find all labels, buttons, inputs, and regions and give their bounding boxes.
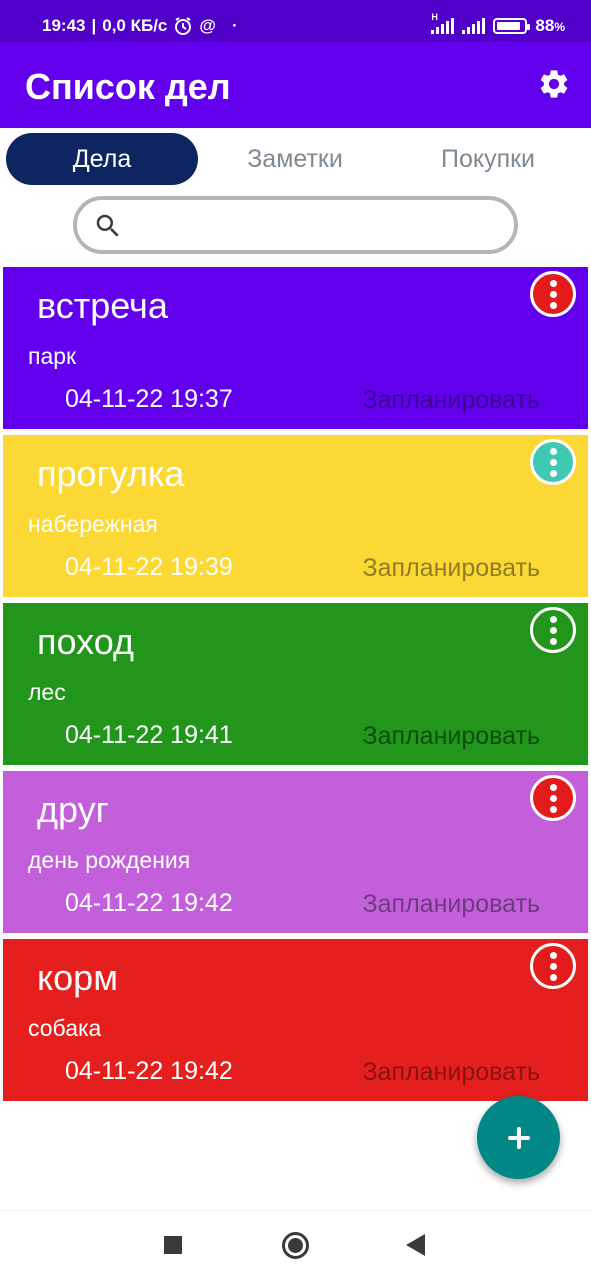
tab-tasks[interactable]: Дела — [6, 133, 198, 185]
search-icon — [96, 214, 119, 237]
task-datetime: 04-11-22 19:42 — [65, 889, 233, 917]
schedule-button[interactable]: Запланировать — [363, 1058, 540, 1087]
task-description: собака — [28, 1015, 102, 1041]
task-description: парк — [28, 343, 77, 369]
battery-fill — [497, 22, 521, 30]
task-card[interactable]: встреча парк 04-11-22 19:37 Запланироват… — [3, 267, 588, 429]
status-left: 19:43 | 0,0 КБ/с @ · — [42, 16, 238, 36]
gear-icon[interactable] — [537, 66, 571, 102]
task-card[interactable]: корм собака 04-11-22 19:42 Запланировать — [3, 939, 588, 1101]
add-task-button[interactable] — [477, 1096, 560, 1179]
battery-icon — [493, 18, 531, 34]
schedule-button[interactable]: Запланировать — [363, 554, 540, 583]
task-description: набережная — [28, 511, 158, 537]
task-description: лес — [28, 679, 66, 705]
task-description: день рождения — [28, 847, 191, 873]
status-separator: | — [91, 16, 97, 35]
recents-square-icon[interactable] — [164, 1236, 182, 1254]
home-circle-icon[interactable] — [282, 1232, 309, 1259]
more-vert-icon[interactable] — [530, 271, 576, 317]
task-title: корм — [37, 957, 118, 998]
back-triangle-icon[interactable] — [406, 1234, 425, 1256]
status-time: 19:43 — [42, 16, 86, 35]
task-title: друг — [37, 789, 109, 830]
more-vert-icon[interactable] — [530, 439, 576, 485]
schedule-button[interactable]: Запланировать — [363, 890, 540, 919]
task-title: поход — [37, 621, 134, 662]
task-title: прогулка — [37, 453, 185, 494]
alarm-icon — [175, 17, 192, 35]
signal-icon-2 — [462, 18, 486, 34]
dot-icon: · — [231, 16, 238, 35]
search-bar[interactable] — [73, 196, 518, 254]
more-vert-icon[interactable] — [530, 775, 576, 821]
task-datetime: 04-11-22 19:39 — [65, 553, 233, 581]
schedule-button[interactable]: Запланировать — [363, 386, 540, 415]
plus-icon — [507, 1126, 530, 1149]
more-vert-icon[interactable] — [530, 607, 576, 653]
status-right: H 88% — [431, 12, 565, 36]
signal-icon: H — [431, 12, 455, 34]
system-nav-bar — [0, 1210, 591, 1280]
at-icon: @ — [199, 16, 216, 35]
battery-percent: 88% — [535, 16, 565, 35]
tab-notes[interactable]: Заметки — [199, 133, 391, 185]
task-card[interactable]: прогулка набережная 04-11-22 19:39 Запла… — [3, 435, 588, 597]
status-speed: 0,0 КБ/с — [102, 16, 168, 35]
search-input[interactable] — [133, 208, 493, 242]
task-title: встреча — [37, 285, 168, 326]
app-bar: Список дел — [0, 42, 591, 128]
task-card[interactable]: друг день рождения 04-11-22 19:42 Заплан… — [3, 771, 588, 933]
schedule-button[interactable]: Запланировать — [363, 722, 540, 751]
status-bar: 19:43 | 0,0 КБ/с @ · H 88% — [0, 0, 591, 42]
task-datetime: 04-11-22 19:42 — [65, 1057, 233, 1085]
network-type-label: H — [431, 12, 438, 22]
task-datetime: 04-11-22 19:41 — [65, 721, 233, 749]
task-card[interactable]: поход лес 04-11-22 19:41 Запланировать — [3, 603, 588, 765]
tab-bar: Дела Заметки Покупки — [0, 128, 591, 192]
more-vert-icon[interactable] — [530, 943, 576, 989]
task-datetime: 04-11-22 19:37 — [65, 385, 233, 413]
app-title: Список дел — [25, 66, 231, 107]
tab-shopping[interactable]: Покупки — [392, 133, 584, 185]
